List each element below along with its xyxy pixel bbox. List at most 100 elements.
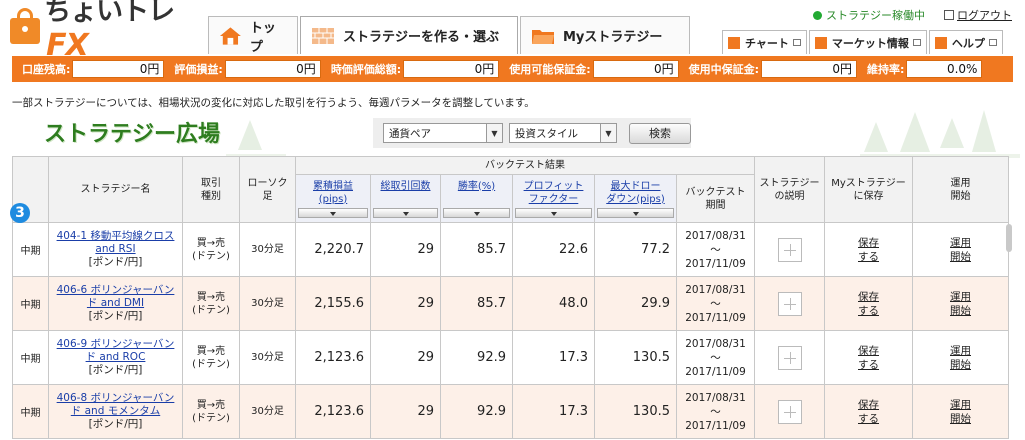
period-end: 2017/11/09 bbox=[685, 257, 746, 270]
start-operation-link[interactable]: 運用 開始 bbox=[950, 291, 971, 317]
used-margin: 使用中保証金: 0円 bbox=[679, 56, 858, 82]
cum-pips-cell: 2,220.7 bbox=[295, 222, 371, 277]
currency-pair-select-label: 通貨ペア bbox=[389, 127, 431, 140]
save-cell: 保存 する bbox=[824, 330, 913, 385]
total-trades-cell: 29 bbox=[370, 276, 441, 331]
market-valuation: 時価評価総額: 0円 bbox=[321, 56, 500, 82]
tab-create-label: ストラテジーを作る・選ぶ bbox=[343, 30, 500, 45]
term-cell: 中期 bbox=[12, 384, 49, 439]
sort-profit-factor-link[interactable]: プロフィット ファクター bbox=[513, 180, 594, 206]
sort-dropdown-icon[interactable] bbox=[597, 207, 674, 218]
account-balance-value: 0円 bbox=[72, 60, 165, 78]
vertical-scrollbar[interactable] bbox=[1006, 224, 1012, 252]
description-cell bbox=[754, 330, 825, 385]
candle-header: ローソク 足 bbox=[239, 156, 296, 223]
search-button[interactable]: 検索 bbox=[629, 122, 691, 144]
operate-cell: 運用 開始 bbox=[912, 222, 1009, 277]
investment-style-select-label: 投資スタイル bbox=[515, 127, 578, 140]
candle-cell: 30分足 bbox=[239, 384, 296, 439]
save-cell: 保存 する bbox=[824, 384, 913, 439]
total-trades-cell: 29 bbox=[370, 384, 441, 439]
app-header: ちょいトレFX トップ ストラテジーを作る・選ぶ Myストラテジー ストラテジー… bbox=[0, 0, 1025, 63]
profit-factor-cell: 22.6 bbox=[512, 222, 595, 277]
tree-decoration-icon bbox=[226, 108, 286, 158]
account-summary-bar: 口座残高: 0円 評価損益: 0円 時価評価総額: 0円 使用可能保証金: 0円… bbox=[12, 56, 1013, 82]
term-cell: 中期 bbox=[12, 276, 49, 331]
strategy-name-link[interactable]: 404-1 移動平均線クロスand RSI bbox=[57, 230, 175, 255]
save-link[interactable]: 保存 する bbox=[858, 237, 879, 263]
strategy-name-link[interactable]: 406-6 ボリンジャーバンド and DMI bbox=[57, 284, 175, 309]
tab-chart-label: チャート bbox=[745, 36, 789, 50]
strategy-name-cell: 406-8 ボリンジャーバンド and モメンタム [ポンド/円] bbox=[48, 384, 183, 439]
profit-factor-header: プロフィット ファクター bbox=[512, 174, 595, 223]
tab-top[interactable]: トップ bbox=[208, 16, 298, 55]
sort-max-drawdown-link[interactable]: 最大ドロー ダウン(pips) bbox=[595, 180, 676, 206]
description-cell bbox=[754, 276, 825, 331]
brick-icon bbox=[312, 27, 334, 44]
strategy-table: ストラテジー名 取引 種別 ローソク 足 バックテスト結果 ストラテジー の説明… bbox=[12, 156, 1009, 439]
sort-dropdown-icon[interactable] bbox=[443, 207, 510, 218]
save-cell: 保存 する bbox=[824, 276, 913, 331]
description-header: ストラテジー の説明 bbox=[754, 156, 825, 223]
account-balance: 口座残高: 0円 bbox=[12, 56, 165, 82]
start-operation-link[interactable]: 運用 開始 bbox=[950, 237, 971, 263]
save-link[interactable]: 保存 する bbox=[858, 291, 879, 317]
start-operation-link[interactable]: 運用 開始 bbox=[950, 399, 971, 425]
market-valuation-value: 0円 bbox=[403, 60, 500, 78]
expand-description-plus-icon[interactable] bbox=[777, 345, 802, 370]
period-start: 2017/08/31 bbox=[685, 337, 746, 350]
currency-pair-select[interactable]: 通貨ペア ▼ bbox=[383, 123, 503, 143]
logo[interactable]: ちょいトレFX bbox=[8, 0, 198, 63]
logout-link[interactable]: ログアウト bbox=[944, 7, 1012, 23]
popup-icon bbox=[912, 39, 921, 46]
save-link[interactable]: 保存 する bbox=[858, 399, 879, 425]
candle-cell: 30分足 bbox=[239, 330, 296, 385]
strategy-name-link[interactable]: 406-8 ボリンジャーバンド and モメンタム bbox=[57, 392, 175, 417]
profit-factor-cell: 17.3 bbox=[512, 384, 595, 439]
folder-icon bbox=[532, 29, 554, 44]
maintenance-rate-value: 0.0% bbox=[906, 60, 983, 78]
tab-market-info[interactable]: マーケット情報 bbox=[808, 30, 927, 54]
trade-type-cell: 買→売 (ドテン) bbox=[182, 222, 240, 277]
win-rate-cell: 92.9 bbox=[440, 330, 513, 385]
period-end: 2017/11/09 bbox=[685, 365, 746, 378]
sort-total-trades-link[interactable]: 総取引回数 bbox=[371, 180, 440, 193]
expand-description-plus-icon[interactable] bbox=[777, 291, 802, 316]
market-icon bbox=[814, 36, 827, 49]
period-end: 2017/11/09 bbox=[685, 419, 746, 432]
tab-help[interactable]: ヘルプ bbox=[928, 30, 1003, 54]
cum-pips-cell: 2,155.6 bbox=[295, 276, 371, 331]
table-row: 中期 406-9 ボリンジャーバンド and ROC [ポンド/円] 買→売 (… bbox=[12, 330, 1009, 385]
total-trades-header: 総取引回数 bbox=[370, 174, 441, 223]
chart-icon bbox=[728, 36, 740, 49]
tab-chart[interactable]: チャート bbox=[722, 30, 807, 54]
profit-factor-cell: 17.3 bbox=[512, 330, 595, 385]
trade-type-cell: 買→売 (ドテン) bbox=[182, 384, 240, 439]
investment-style-select[interactable]: 投資スタイル ▼ bbox=[509, 123, 617, 143]
tab-market-info-label: マーケット情報 bbox=[831, 36, 909, 50]
max-drawdown-cell: 77.2 bbox=[594, 222, 677, 277]
popup-icon bbox=[792, 39, 801, 46]
profit-factor-cell: 48.0 bbox=[512, 276, 595, 331]
sort-dropdown-icon[interactable] bbox=[515, 207, 592, 218]
save-link[interactable]: 保存 する bbox=[858, 345, 879, 371]
sort-dropdown-icon[interactable] bbox=[373, 207, 438, 218]
operate-header: 運用 開始 bbox=[912, 156, 1009, 223]
sort-win-rate-link[interactable]: 勝率(%) bbox=[441, 180, 512, 193]
available-margin-value: 0円 bbox=[592, 60, 679, 78]
tab-create-select[interactable]: ストラテジーを作る・選ぶ bbox=[300, 16, 518, 54]
expand-description-plus-icon[interactable] bbox=[777, 399, 802, 424]
strategy-name-link[interactable]: 406-9 ボリンジャーバンド and ROC bbox=[57, 338, 175, 363]
expand-description-plus-icon[interactable] bbox=[777, 237, 802, 262]
max-drawdown-cell: 130.5 bbox=[594, 330, 677, 385]
tab-my-strategy-label: Myストラテジー bbox=[563, 30, 663, 45]
sort-cum-pips-link[interactable]: 累積損益 (pips) bbox=[296, 180, 370, 206]
sort-dropdown-icon[interactable] bbox=[298, 207, 368, 218]
win-rate-header: 勝率(%) bbox=[440, 174, 513, 223]
period-start: 2017/08/31 bbox=[685, 229, 746, 242]
unrealized-pnl-label: 評価損益: bbox=[174, 63, 223, 76]
start-operation-link[interactable]: 運用 開始 bbox=[950, 345, 971, 371]
tab-my-strategy[interactable]: Myストラテジー bbox=[520, 16, 690, 54]
currency-pair: [ポンド/円] bbox=[88, 364, 143, 376]
step-badge: 3 bbox=[10, 203, 30, 223]
